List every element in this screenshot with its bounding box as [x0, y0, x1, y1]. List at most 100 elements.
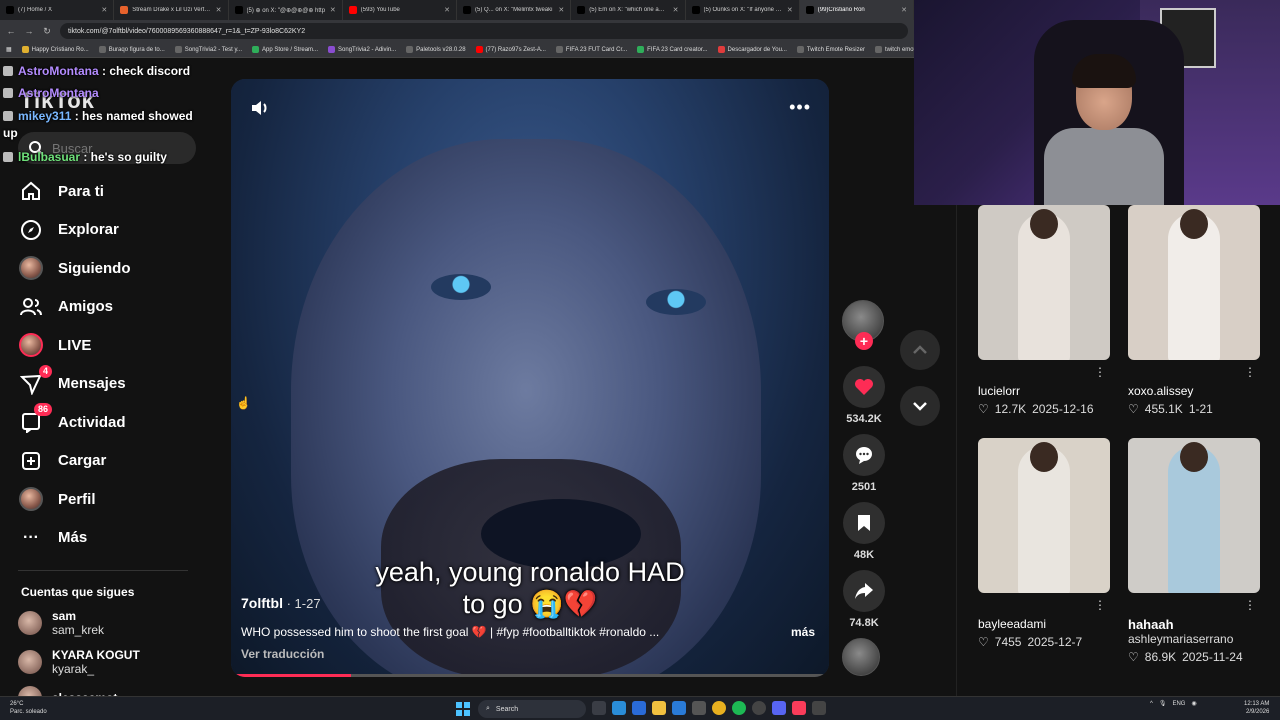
close-icon[interactable]: ✕ — [330, 6, 336, 14]
bookmark-item[interactable]: FIFA 23 FUT Card Cr... — [555, 46, 627, 53]
more-options-icon[interactable]: ••• — [789, 97, 811, 118]
spotify-icon[interactable] — [732, 701, 746, 715]
video-thumbnail[interactable] — [978, 438, 1110, 593]
card-more-icon[interactable]: ⋮ — [1094, 365, 1106, 379]
nav-item-amigos[interactable]: Amigos — [18, 288, 208, 327]
discord-icon[interactable] — [772, 701, 786, 715]
video-card[interactable]: ⋮ xoxo.alissey ♡ 455.1K 1-21 — [1128, 205, 1260, 416]
card-username[interactable]: xoxo.alissey — [1128, 384, 1260, 398]
save-button[interactable] — [843, 502, 885, 544]
taskbar-search[interactable]: ⌕ Search — [478, 700, 586, 718]
following-item[interactable]: KYARA KOGUT kyarak_ — [18, 648, 208, 676]
chrome-icon[interactable] — [712, 701, 726, 715]
microphone-icon[interactable]: 🎙 — [1159, 700, 1167, 707]
close-icon[interactable]: ✕ — [101, 6, 107, 14]
bookmark-item[interactable]: Happy Cristiano Ro... — [21, 46, 89, 53]
bookmark-item[interactable]: Paletools v28.0.28 — [406, 46, 466, 53]
nav-item-para-ti[interactable]: Para ti — [18, 172, 208, 211]
browser-tab[interactable]: (5) Q... on X: "Melimtx tweaki ✕ — [457, 0, 572, 20]
close-icon[interactable]: ✕ — [901, 6, 907, 14]
bookmark-item[interactable]: Twitch Emote Resizer — [796, 46, 865, 53]
card-more-icon[interactable]: ⋮ — [1244, 598, 1256, 612]
video-author[interactable]: 7olftbl · 1-27 — [241, 595, 321, 611]
nav-item-mensajes[interactable]: 4 Mensajes — [18, 364, 208, 404]
card-more-icon[interactable]: ⋮ — [1244, 365, 1256, 379]
edge-icon[interactable] — [612, 701, 626, 715]
video-thumbnail[interactable] — [978, 205, 1110, 360]
video-thumbnail[interactable] — [1128, 438, 1260, 593]
forward-icon[interactable]: → — [24, 26, 34, 36]
calendar-icon[interactable] — [692, 701, 706, 715]
browser-tab[interactable]: (5) ⊕ on X: "@⊕@⊕@⊕ http ✕ — [229, 0, 343, 20]
more-link[interactable]: más — [791, 625, 815, 639]
video-card[interactable]: ⋮ lucielorr ♡ 12.7K 2025-12-16 — [978, 205, 1110, 416]
browser-tab[interactable]: (593) YouTube ✕ — [343, 0, 457, 20]
clock[interactable]: 12:13 AM 2/9/2026 — [1244, 700, 1269, 716]
browser-tab[interactable]: (7) Home / X ✕ — [0, 0, 115, 20]
previous-video-button[interactable] — [900, 330, 940, 370]
back-icon[interactable]: ← — [6, 26, 16, 36]
bookmark-item[interactable]: SongTrivia2 - Adivin... — [328, 46, 396, 53]
card-username[interactable]: lucielorr — [978, 384, 1110, 398]
app-icon[interactable] — [812, 701, 826, 715]
browser-tab[interactable]: Stream Drake x Lil Uzi Vert - A ✕ — [114, 0, 229, 20]
video-player[interactable]: ••• yeah, young ronaldo HAD to go 😭💔 7ol… — [231, 79, 829, 677]
bookmark-item[interactable]: FIFA 23 Card creator... — [637, 46, 708, 53]
nav-item-actividad[interactable]: 86 Actividad — [18, 403, 208, 442]
obs-icon[interactable] — [752, 701, 766, 715]
close-icon[interactable]: ✕ — [673, 6, 679, 14]
share-action[interactable]: 74.8K — [842, 570, 886, 629]
folder-icon[interactable] — [652, 701, 666, 715]
card-username[interactable]: bayleeadami — [978, 617, 1110, 631]
music-icon[interactable] — [792, 701, 806, 715]
url-field[interactable]: tiktok.com/@7olftbl/video/76000895693608… — [60, 23, 908, 39]
card-username[interactable]: hahaah — [1128, 617, 1260, 632]
share-button[interactable] — [843, 570, 885, 612]
apps-grid-icon[interactable]: ▦ — [6, 46, 12, 53]
music-disc-icon[interactable] — [842, 638, 880, 676]
nav-item-siguiendo[interactable]: Siguiendo — [18, 249, 208, 288]
close-icon[interactable]: ✕ — [787, 6, 793, 14]
close-icon[interactable]: ✕ — [216, 6, 222, 14]
like-action[interactable]: 534.2K — [842, 366, 886, 425]
translate-link[interactable]: Ver traducción — [241, 647, 324, 661]
next-video-button[interactable] — [900, 386, 940, 426]
mail-icon[interactable] — [672, 701, 686, 715]
comment-button[interactable] — [843, 434, 885, 476]
nav-item-explorar[interactable]: Explorar — [18, 211, 208, 250]
comment-action[interactable]: 2501 — [842, 434, 886, 493]
creator-follow[interactable]: + — [842, 300, 886, 350]
author-name[interactable]: 7olftbl — [241, 595, 283, 611]
like-button[interactable] — [843, 366, 885, 408]
bookmark-item[interactable]: (77) Razo97s Zest-A... — [475, 46, 546, 53]
task-view-icon[interactable] — [592, 701, 606, 715]
volume-icon[interactable] — [249, 97, 271, 119]
chevron-up-icon[interactable]: ^ — [1150, 701, 1153, 707]
nav-item-más[interactable]: ··· Más — [18, 519, 208, 558]
browser-tab[interactable]: (5) Em on X: "which one am i? ✕ — [571, 0, 686, 20]
nav-item-cargar[interactable]: Cargar — [18, 442, 208, 481]
save-action[interactable]: 48K — [842, 502, 886, 561]
close-icon[interactable]: ✕ — [444, 6, 450, 14]
bookmark-item[interactable]: App Store / Stream... — [252, 46, 318, 53]
video-thumbnail[interactable] — [1128, 205, 1260, 360]
browser-tab[interactable]: (99)Cristiano Ron ✕ — [799, 0, 914, 20]
card-more-icon[interactable]: ⋮ — [1094, 598, 1106, 612]
bookmark-item[interactable]: SongTrivia2 - Test y... — [174, 46, 242, 53]
close-icon[interactable]: ✕ — [558, 6, 564, 14]
reload-icon[interactable]: ↻ — [42, 26, 52, 37]
following-item[interactable]: sam sam_krek — [18, 609, 208, 637]
video-card[interactable]: ⋮ hahaah ashleymariaserrano ♡ 86.9K 2025-11-2… — [1128, 438, 1260, 664]
nav-item-perfil[interactable]: Perfil — [18, 480, 208, 519]
nav-item-live[interactable]: LIVE — [18, 326, 208, 365]
video-progress-bar[interactable] — [231, 674, 829, 677]
windows-start-icon[interactable] — [456, 702, 470, 716]
weather-widget[interactable]: 26°C Parc. soleado — [10, 700, 47, 716]
bookmark-item[interactable]: twitch emote r — [874, 46, 914, 53]
follow-plus-icon[interactable]: + — [855, 332, 873, 350]
browser-tab[interactable]: (5) Ounks on X: "If anyone tell ✕ — [686, 0, 800, 20]
video-card[interactable]: ⋮ bayleeadami ♡ 7455 2025-12-7 — [978, 438, 1110, 649]
language-indicator[interactable]: ENG — [1172, 701, 1185, 707]
bookmark-item[interactable]: Descargador de You... — [717, 46, 787, 53]
sound-disc[interactable] — [842, 638, 886, 676]
